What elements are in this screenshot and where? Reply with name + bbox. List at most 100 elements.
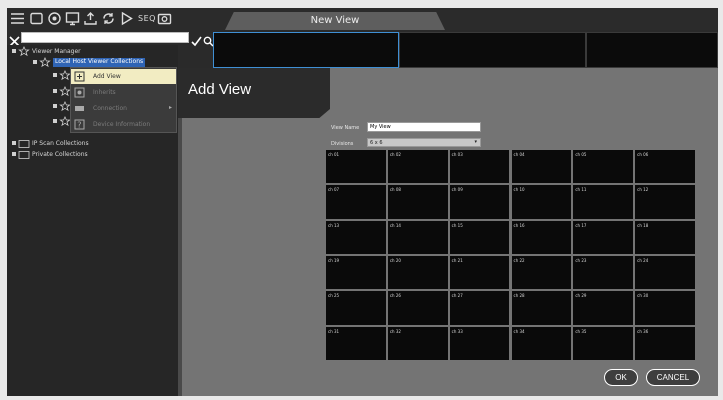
channel-label: ch 19 xyxy=(328,258,340,263)
cancel-button[interactable]: CANCEL xyxy=(646,369,700,386)
channel-cell[interactable]: ch 35 xyxy=(573,326,634,360)
star-folder-icon xyxy=(18,46,30,57)
channel-cell[interactable]: ch 18 xyxy=(635,220,695,254)
menu-item-label: Device Information xyxy=(93,121,151,128)
camera-tile[interactable] xyxy=(213,32,399,68)
menu-item-connection[interactable]: Connection ▸ xyxy=(71,101,176,116)
monitor-icon[interactable] xyxy=(65,11,80,26)
divisions-select[interactable]: 6 x 6 ▾ xyxy=(367,138,481,147)
view-name-label: View Name xyxy=(331,125,360,131)
seq-button[interactable]: SEQ xyxy=(138,14,156,23)
tree-node-label: Viewer Manager xyxy=(32,48,81,55)
channel-label: ch 29 xyxy=(575,293,587,299)
channel-cell[interactable]: ch 16 xyxy=(511,220,572,254)
play-icon[interactable] xyxy=(119,11,134,26)
channel-cell[interactable]: ch 28 xyxy=(511,291,572,325)
check-icon[interactable] xyxy=(191,32,202,47)
expand-toggle[interactable] xyxy=(53,89,57,93)
menu-icon[interactable] xyxy=(10,11,25,26)
channel-label: ch 28 xyxy=(513,293,525,299)
camera-icon[interactable] xyxy=(157,11,172,26)
svg-text:?: ? xyxy=(77,121,81,130)
star-folder-icon xyxy=(39,57,51,68)
expand-toggle[interactable] xyxy=(12,152,16,156)
channel-cell[interactable]: ch 30 xyxy=(635,291,695,325)
channel-cell[interactable]: ch 05 xyxy=(573,150,634,184)
channel-label: ch 36 xyxy=(637,328,649,334)
close-icon[interactable] xyxy=(9,32,20,47)
upload-icon[interactable] xyxy=(83,11,98,26)
connection-icon xyxy=(74,103,85,114)
channel-cell[interactable]: ch 11 xyxy=(573,185,634,219)
channel-cell[interactable]: ch 32 xyxy=(387,326,448,360)
channel-cell[interactable]: ch 04 xyxy=(511,150,572,184)
channel-cell[interactable]: ch 21 xyxy=(449,256,510,290)
channel-cell[interactable]: ch 23 xyxy=(573,256,634,290)
expand-toggle[interactable] xyxy=(33,60,37,64)
window-icon[interactable] xyxy=(29,11,44,26)
tree-node-view[interactable] xyxy=(53,86,71,97)
channel-cell[interactable]: ch 09 xyxy=(449,185,510,219)
channel-label: ch 25 xyxy=(328,293,340,299)
channel-cell[interactable]: ch 02 xyxy=(387,150,448,184)
channel-cell[interactable]: ch 10 xyxy=(511,185,572,219)
channel-cell[interactable]: ch 07 xyxy=(326,185,386,219)
channel-cell[interactable]: ch 15 xyxy=(449,220,510,254)
channel-cell[interactable]: ch 17 xyxy=(573,220,634,254)
expand-toggle[interactable] xyxy=(53,104,57,108)
channel-label: ch 08 xyxy=(389,187,401,193)
channel-label: ch 27 xyxy=(451,293,463,299)
channel-label: ch 32 xyxy=(389,328,401,334)
channel-cell[interactable]: ch 34 xyxy=(511,326,572,360)
channel-cell[interactable]: ch 25 xyxy=(326,291,386,325)
channel-label: ch 24 xyxy=(637,258,649,263)
ok-button[interactable]: OK xyxy=(604,369,638,386)
menu-item-inherits[interactable]: Inherits xyxy=(71,85,176,100)
channel-label: ch 15 xyxy=(451,222,463,228)
tree-node-view[interactable] xyxy=(53,116,71,127)
channel-label: ch 13 xyxy=(328,222,340,228)
channel-cell[interactable]: ch 31 xyxy=(326,326,386,360)
search-input[interactable] xyxy=(21,32,189,43)
tree-node-view[interactable] xyxy=(53,101,71,112)
camera-tile[interactable] xyxy=(399,32,586,68)
menu-item-device-information[interactable]: ? Device Information xyxy=(71,117,176,132)
channel-cell[interactable]: ch 36 xyxy=(635,326,695,360)
channel-label: ch 03 xyxy=(451,152,463,157)
channel-cell[interactable]: ch 29 xyxy=(573,291,634,325)
channel-cell[interactable]: ch 20 xyxy=(387,256,448,290)
star-folder-icon xyxy=(18,138,30,149)
channel-label: ch 05 xyxy=(575,152,587,157)
channel-cell[interactable]: ch 26 xyxy=(387,291,448,325)
expand-toggle[interactable] xyxy=(12,141,16,145)
channel-cell[interactable]: ch 33 xyxy=(449,326,510,360)
channel-cell[interactable]: ch 24 xyxy=(635,256,695,290)
channel-cell[interactable]: ch 08 xyxy=(387,185,448,219)
channel-cell[interactable]: ch 22 xyxy=(511,256,572,290)
menu-item-add-view[interactable]: Add View xyxy=(71,69,176,84)
divisions-value: 6 x 6 xyxy=(370,140,383,146)
tab-new-view[interactable]: New View xyxy=(225,12,445,30)
channel-cell[interactable]: ch 06 xyxy=(635,150,695,184)
channel-label: ch 17 xyxy=(575,222,587,228)
channel-cell[interactable]: ch 01 xyxy=(326,150,386,184)
channel-label: ch 14 xyxy=(389,222,401,228)
expand-toggle[interactable] xyxy=(12,49,16,53)
channel-cell[interactable]: ch 13 xyxy=(326,220,386,254)
dialog-title: Add View xyxy=(188,81,252,98)
expand-toggle[interactable] xyxy=(53,119,57,123)
tree-node-view[interactable] xyxy=(53,70,71,81)
channel-cell[interactable]: ch 12 xyxy=(635,185,695,219)
channel-cell[interactable]: ch 14 xyxy=(387,220,448,254)
channel-cell[interactable]: ch 19 xyxy=(326,256,386,290)
channel-label: ch 23 xyxy=(575,258,587,263)
channel-cell[interactable]: ch 27 xyxy=(449,291,510,325)
sync-icon[interactable] xyxy=(101,11,116,26)
view-name-input[interactable]: My View xyxy=(367,122,481,132)
channel-grid: ch 01 ch 02 ch 03 ch 04 ch 05 ch 06 ch 07 ch 08… xyxy=(326,150,695,360)
camera-tile[interactable] xyxy=(586,32,718,68)
channel-cell[interactable]: ch 03 xyxy=(449,150,510,184)
expand-toggle[interactable] xyxy=(53,73,57,77)
camera-strip xyxy=(213,32,718,68)
settings-icon[interactable] xyxy=(47,11,62,26)
